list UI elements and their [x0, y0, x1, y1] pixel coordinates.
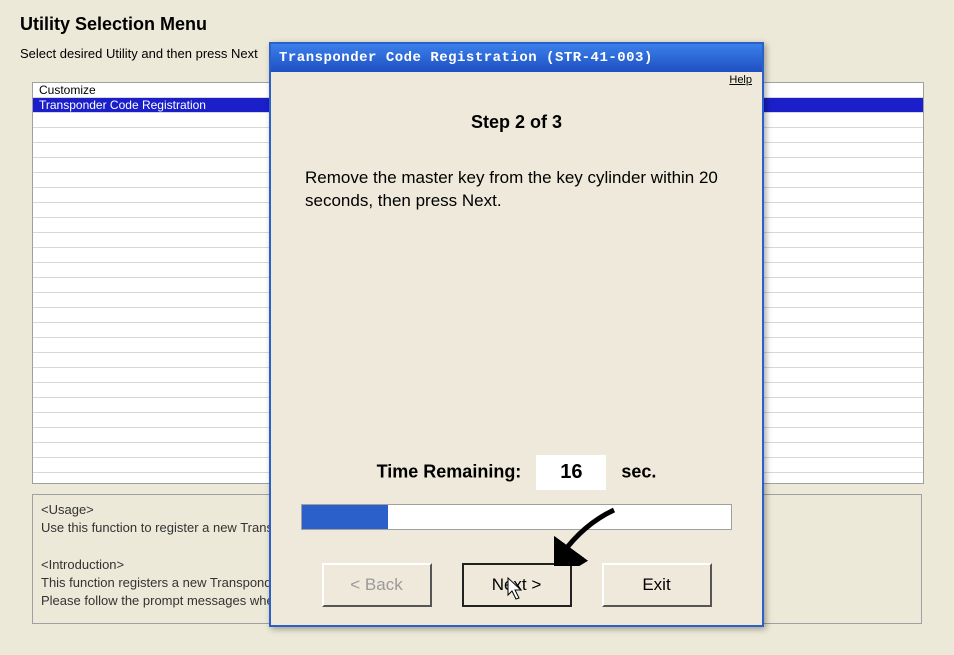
next-button[interactable]: Next >: [462, 563, 572, 607]
page-title: Utility Selection Menu: [20, 14, 207, 35]
exit-button[interactable]: Exit: [602, 563, 712, 607]
instruction-text: Remove the master key from the key cylin…: [305, 167, 728, 213]
dialog-body: Step 2 of 3 Remove the master key from t…: [271, 94, 762, 530]
progress-bar: [301, 504, 732, 530]
progress-fill: [302, 505, 388, 529]
dialog-button-row: < Back Next > Exit: [271, 563, 762, 607]
time-remaining-unit: sec.: [621, 461, 656, 481]
transponder-dialog: Transponder Code Registration (STR-41-00…: [269, 42, 764, 627]
time-remaining-row: Time Remaining: 16 sec.: [271, 455, 762, 490]
help-link[interactable]: Help: [729, 74, 752, 86]
step-heading: Step 2 of 3: [301, 112, 732, 133]
time-remaining-label: Time Remaining:: [377, 461, 522, 481]
time-remaining-value: 16: [536, 455, 606, 490]
back-button: < Back: [322, 563, 432, 607]
dialog-titlebar[interactable]: Transponder Code Registration (STR-41-00…: [271, 44, 762, 72]
page-subtitle: Select desired Utility and then press Ne…: [20, 46, 258, 61]
